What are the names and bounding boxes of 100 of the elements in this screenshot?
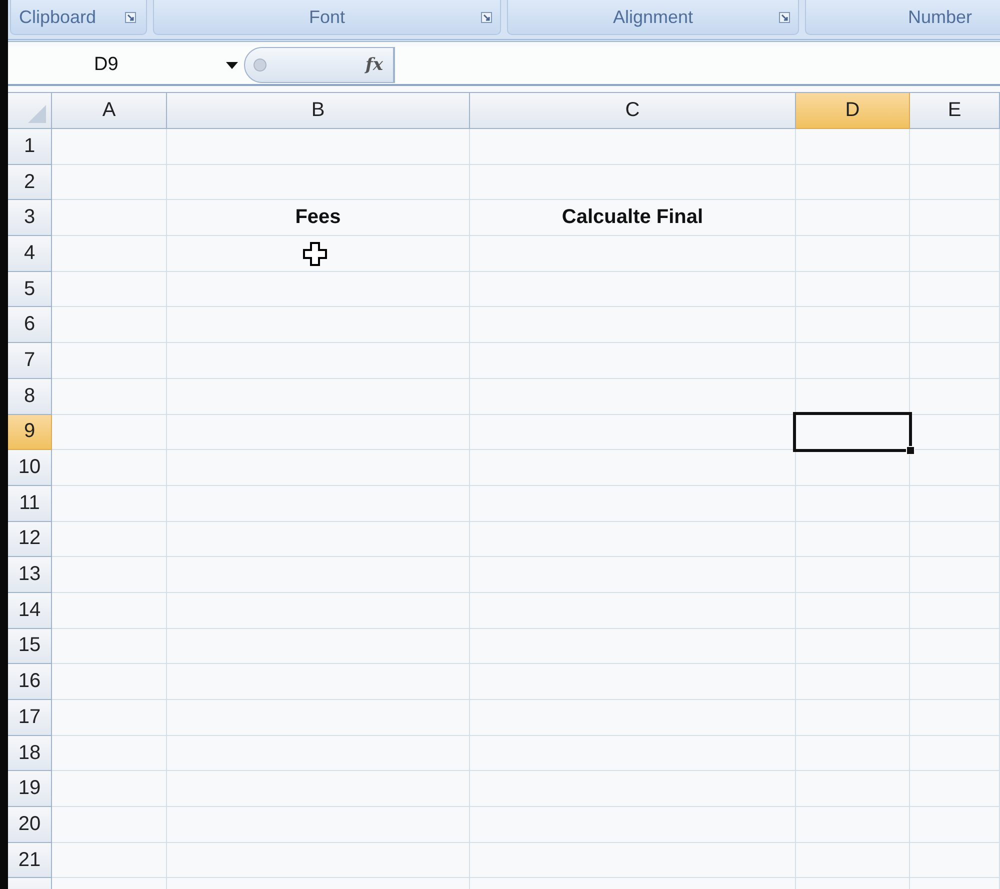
table-cell[interactable]: [910, 200, 1000, 236]
table-cell[interactable]: [470, 736, 796, 772]
table-cell[interactable]: [796, 307, 910, 344]
table-cell[interactable]: [167, 129, 470, 165]
table-cell[interactable]: [910, 486, 1000, 522]
table-cell[interactable]: [910, 307, 1000, 344]
table-cell[interactable]: [910, 771, 1000, 808]
table-cell[interactable]: [470, 842, 796, 878]
row-header[interactable]: 10: [8, 450, 52, 486]
row-header[interactable]: 19: [8, 771, 52, 808]
table-cell[interactable]: Fees: [167, 200, 470, 236]
table-cell[interactable]: [796, 164, 910, 200]
table-cell[interactable]: [52, 164, 167, 200]
table-cell[interactable]: [52, 700, 167, 736]
table-cell[interactable]: [167, 378, 470, 414]
row-header[interactable]: 4: [8, 236, 52, 272]
column-header[interactable]: B: [167, 93, 470, 129]
table-cell[interactable]: [470, 664, 796, 700]
table-cell[interactable]: [167, 450, 470, 486]
table-cell[interactable]: [910, 842, 1000, 878]
table-cell[interactable]: [910, 736, 1000, 772]
row-header[interactable]: 3: [8, 200, 52, 236]
table-cell[interactable]: [796, 200, 910, 236]
table-cell[interactable]: [470, 272, 796, 308]
table-cell[interactable]: [470, 343, 796, 379]
table-cell[interactable]: [52, 272, 167, 308]
table-cell[interactable]: [52, 450, 167, 486]
table-cell[interactable]: [910, 664, 1000, 700]
table-cell[interactable]: [167, 628, 470, 664]
table-cell[interactable]: [52, 129, 167, 165]
dialog-launcher-icon[interactable]: [779, 12, 790, 23]
table-cell[interactable]: [52, 522, 167, 558]
table-cell[interactable]: [167, 664, 470, 700]
table-cell[interactable]: [52, 736, 167, 772]
table-cell[interactable]: [167, 236, 470, 272]
table-cell[interactable]: [796, 807, 910, 843]
table-cell[interactable]: [52, 414, 167, 450]
table-cell[interactable]: [52, 486, 167, 522]
row-header[interactable]: 16: [8, 664, 52, 700]
column-header[interactable]: E: [910, 93, 1000, 129]
table-cell[interactable]: [470, 771, 796, 808]
table-cell[interactable]: [167, 414, 470, 450]
table-cell[interactable]: [52, 200, 167, 236]
table-cell[interactable]: [167, 736, 470, 772]
row-header[interactable]: 5: [8, 272, 52, 308]
dialog-launcher-icon[interactable]: [125, 12, 136, 23]
caret-icon[interactable]: [226, 62, 238, 69]
row-header[interactable]: 1: [8, 129, 52, 165]
table-cell[interactable]: [52, 664, 167, 700]
table-cell[interactable]: [910, 557, 1000, 593]
table-cell[interactable]: [167, 343, 470, 379]
table-cell[interactable]: [796, 343, 910, 379]
table-cell[interactable]: [52, 236, 167, 272]
table-cell[interactable]: [470, 700, 796, 736]
table-cell[interactable]: [470, 450, 796, 486]
row-header[interactable]: 17: [8, 700, 52, 736]
table-cell[interactable]: [52, 378, 167, 414]
table-cell[interactable]: [167, 771, 470, 808]
table-cell[interactable]: [52, 343, 167, 379]
row-header[interactable]: 11: [8, 486, 52, 522]
table-cell[interactable]: [167, 592, 470, 629]
table-cell[interactable]: [910, 450, 1000, 486]
table-cell[interactable]: [52, 557, 167, 593]
table-cell[interactable]: [910, 700, 1000, 736]
table-cell[interactable]: [796, 557, 910, 593]
column-header[interactable]: C: [470, 93, 796, 129]
table-cell[interactable]: [470, 557, 796, 593]
table-cell[interactable]: [52, 807, 167, 843]
name-box[interactable]: D9: [8, 47, 244, 83]
row-header[interactable]: 2: [8, 164, 52, 200]
table-cell[interactable]: [910, 236, 1000, 272]
table-cell[interactable]: [52, 307, 167, 344]
table-cell[interactable]: [796, 700, 910, 736]
table-cell[interactable]: [167, 486, 470, 522]
table-cell[interactable]: [910, 522, 1000, 558]
table-cell[interactable]: [796, 664, 910, 700]
table-cell[interactable]: [52, 771, 167, 808]
row-header[interactable]: 8: [8, 378, 52, 414]
table-cell[interactable]: [910, 378, 1000, 414]
table-cell[interactable]: [910, 807, 1000, 843]
table-cell[interactable]: [470, 164, 796, 200]
table-cell[interactable]: [470, 129, 796, 165]
active-cell[interactable]: [793, 412, 912, 452]
dialog-launcher-icon[interactable]: [481, 12, 492, 23]
table-cell[interactable]: [167, 807, 470, 843]
grip-icon[interactable]: [253, 58, 267, 72]
row-header[interactable]: 18: [8, 736, 52, 772]
row-header[interactable]: 6: [8, 307, 52, 344]
table-cell[interactable]: [796, 592, 910, 629]
table-cell[interactable]: [796, 236, 910, 272]
row-header[interactable]: 15: [8, 628, 52, 664]
table-cell[interactable]: [796, 842, 910, 878]
table-cell[interactable]: [910, 272, 1000, 308]
table-cell[interactable]: [470, 307, 796, 344]
table-cell[interactable]: [167, 272, 470, 308]
table-cell[interactable]: [796, 736, 910, 772]
table-cell[interactable]: [470, 378, 796, 414]
table-cell[interactable]: [910, 129, 1000, 165]
row-header[interactable]: 20: [8, 807, 52, 843]
table-cell[interactable]: [796, 129, 910, 165]
